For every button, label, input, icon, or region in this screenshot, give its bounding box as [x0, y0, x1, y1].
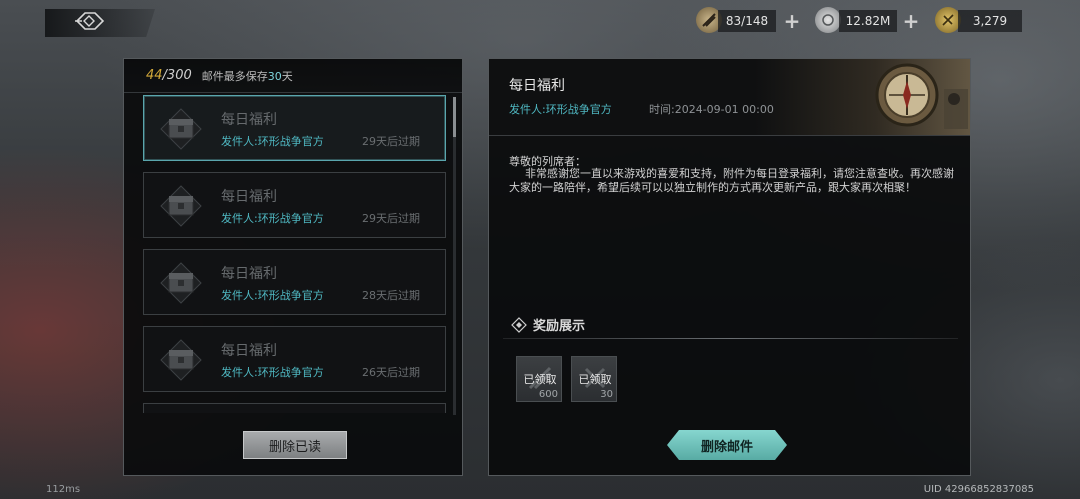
chest-icon	[160, 262, 202, 304]
mail-retention-note: 邮件最多保存30天	[202, 68, 293, 84]
silver-value: 12.82M	[839, 10, 897, 32]
mail-count-header: 44 /300 邮件最多保存30天	[124, 59, 462, 93]
gold-value: 3,279	[958, 10, 1022, 32]
mail-item-title: 每日福利	[221, 112, 277, 128]
delete-mail-button[interactable]: 删除邮件	[667, 430, 787, 460]
diamond-bullet-icon	[511, 316, 527, 333]
mail-detail-panel: 每日福利 发件人:环形战争官方 时间:2024-09-01 00:00 尊敬的列…	[488, 58, 971, 476]
reward-claimed-label: 已领取	[523, 373, 557, 386]
mail-item-expire: 26天后过期	[362, 366, 420, 379]
reward-divider	[503, 338, 958, 339]
retention-days: 30	[267, 69, 282, 83]
mail-list-panel: 44 /300 邮件最多保存30天 每日福利 发件人:环形战争官方 29天后过期	[123, 58, 463, 476]
mail-item-sender: 发件人:环形战争官方	[221, 366, 324, 379]
mail-item-sender: 发件人:环形战争官方	[221, 212, 324, 225]
mail-item-sender: 发件人:环形战争官方	[221, 135, 324, 148]
reward-section-header: 奖励展示	[511, 315, 585, 334]
add-silver-button[interactable]: +	[900, 10, 922, 32]
silver-coin-icon	[815, 7, 841, 33]
user-id: UID 42966852837085	[923, 484, 1034, 495]
header-divider	[489, 135, 970, 136]
reward-item[interactable]: 已领取 600	[516, 356, 562, 402]
back-emblem-icon	[73, 10, 107, 36]
network-latency: 112ms	[46, 484, 81, 495]
retention-prefix: 邮件最多保存	[201, 69, 268, 83]
mail-count-current: 44	[146, 68, 163, 83]
chest-icon	[160, 339, 202, 381]
mail-list-item[interactable]: 每日福利 发件人:环形战争官方 29天后过期	[143, 95, 446, 161]
mail-list-item[interactable]: 每日福利 发件人:环形战争官方 26天后过期	[143, 326, 446, 392]
mail-list-item[interactable]: 每日福利 发件人:环形战争官方 28天后过期	[143, 249, 446, 315]
reward-quantity: 30	[600, 389, 613, 400]
mail-list-scrollbar[interactable]	[453, 97, 456, 415]
mail-item-title: 每日福利	[221, 343, 277, 359]
mail-list[interactable]: 每日福利 发件人:环形战争官方 29天后过期 每日福利 发件人:环形战争官方 2…	[143, 95, 447, 413]
mail-item-sender: 发件人:环形战争官方	[221, 289, 324, 302]
back-button[interactable]	[45, 9, 155, 37]
chest-icon	[160, 185, 202, 227]
delete-read-button[interactable]: 删除已读	[243, 431, 347, 459]
scrollbar-thumb[interactable]	[453, 97, 456, 137]
mail-list-item[interactable]: 每日福利 发件人:环形战争官方 29天后过期	[143, 172, 446, 238]
mail-header-banner	[489, 59, 970, 135]
mail-item-title: 每日福利	[221, 266, 277, 282]
mail-body-text: 非常感谢您一直以来游戏的喜爱和支持，附件为每日登录福利，请您注意查收。再次感谢大…	[509, 167, 954, 194]
mail-detail-title: 每日福利	[509, 78, 565, 94]
mail-detail-time: 时间:2024-09-01 00:00	[649, 103, 774, 116]
reward-section-label: 奖励展示	[533, 319, 586, 334]
stamina-value: 83/148	[718, 10, 776, 32]
compass-illustration-icon	[875, 63, 968, 129]
chest-icon	[160, 108, 202, 150]
reward-quantity: 600	[538, 389, 558, 400]
add-stamina-button[interactable]: +	[781, 10, 803, 32]
mail-item-expire: 29天后过期	[362, 212, 420, 225]
mail-detail-sender: 发件人:环形战争官方	[509, 103, 612, 116]
mail-item-expire: 28天后过期	[362, 289, 420, 302]
mail-list-item-partial[interactable]	[143, 403, 446, 413]
mail-item-title: 每日福利	[221, 189, 277, 205]
reward-item[interactable]: 已领取 30	[571, 356, 617, 402]
mail-item-expire: 29天后过期	[362, 135, 420, 148]
reward-claimed-label: 已领取	[578, 373, 612, 386]
mail-count-max: /300	[162, 68, 192, 83]
retention-suffix: 天	[281, 69, 293, 83]
